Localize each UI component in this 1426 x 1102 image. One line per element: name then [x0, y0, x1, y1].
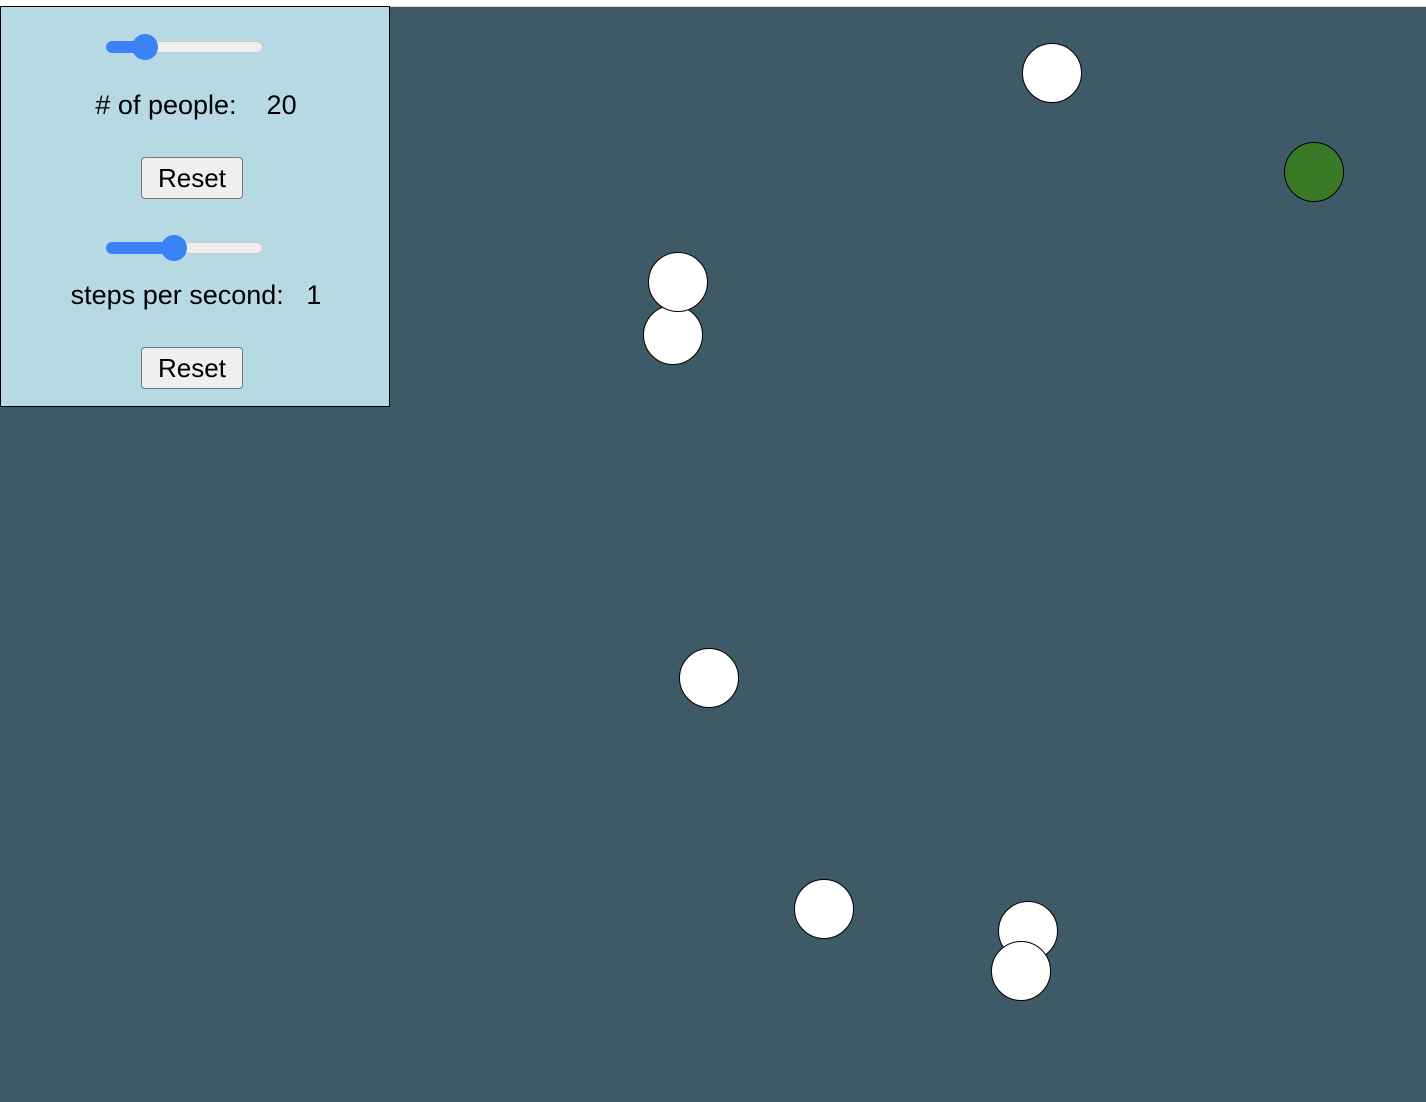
person-healthy	[643, 305, 703, 365]
person-infected	[1284, 142, 1344, 202]
person-healthy	[1022, 43, 1082, 103]
steps-per-second-label: steps per second:	[70, 280, 284, 310]
people-count-label: # of people:	[95, 90, 237, 120]
steps-per-second-value: 1	[306, 280, 322, 310]
steps-per-second-slider[interactable]	[106, 235, 263, 261]
slider-thumb[interactable]	[161, 235, 188, 261]
reset-speed-button[interactable]: Reset	[141, 347, 243, 389]
people-count-slider[interactable]	[106, 34, 263, 60]
steps-per-second-row: steps per second: 1	[1, 280, 391, 311]
slider-thumb[interactable]	[132, 34, 159, 60]
people-count-row: # of people: 20	[1, 90, 391, 121]
people-count-value: 20	[266, 90, 297, 120]
person-healthy	[679, 648, 739, 708]
reset-people-button[interactable]: Reset	[141, 157, 243, 199]
person-healthy	[991, 941, 1051, 1001]
person-healthy	[648, 252, 708, 312]
person-healthy	[794, 879, 854, 939]
control-panel: # of people: 20 Reset steps per second: …	[0, 6, 390, 407]
